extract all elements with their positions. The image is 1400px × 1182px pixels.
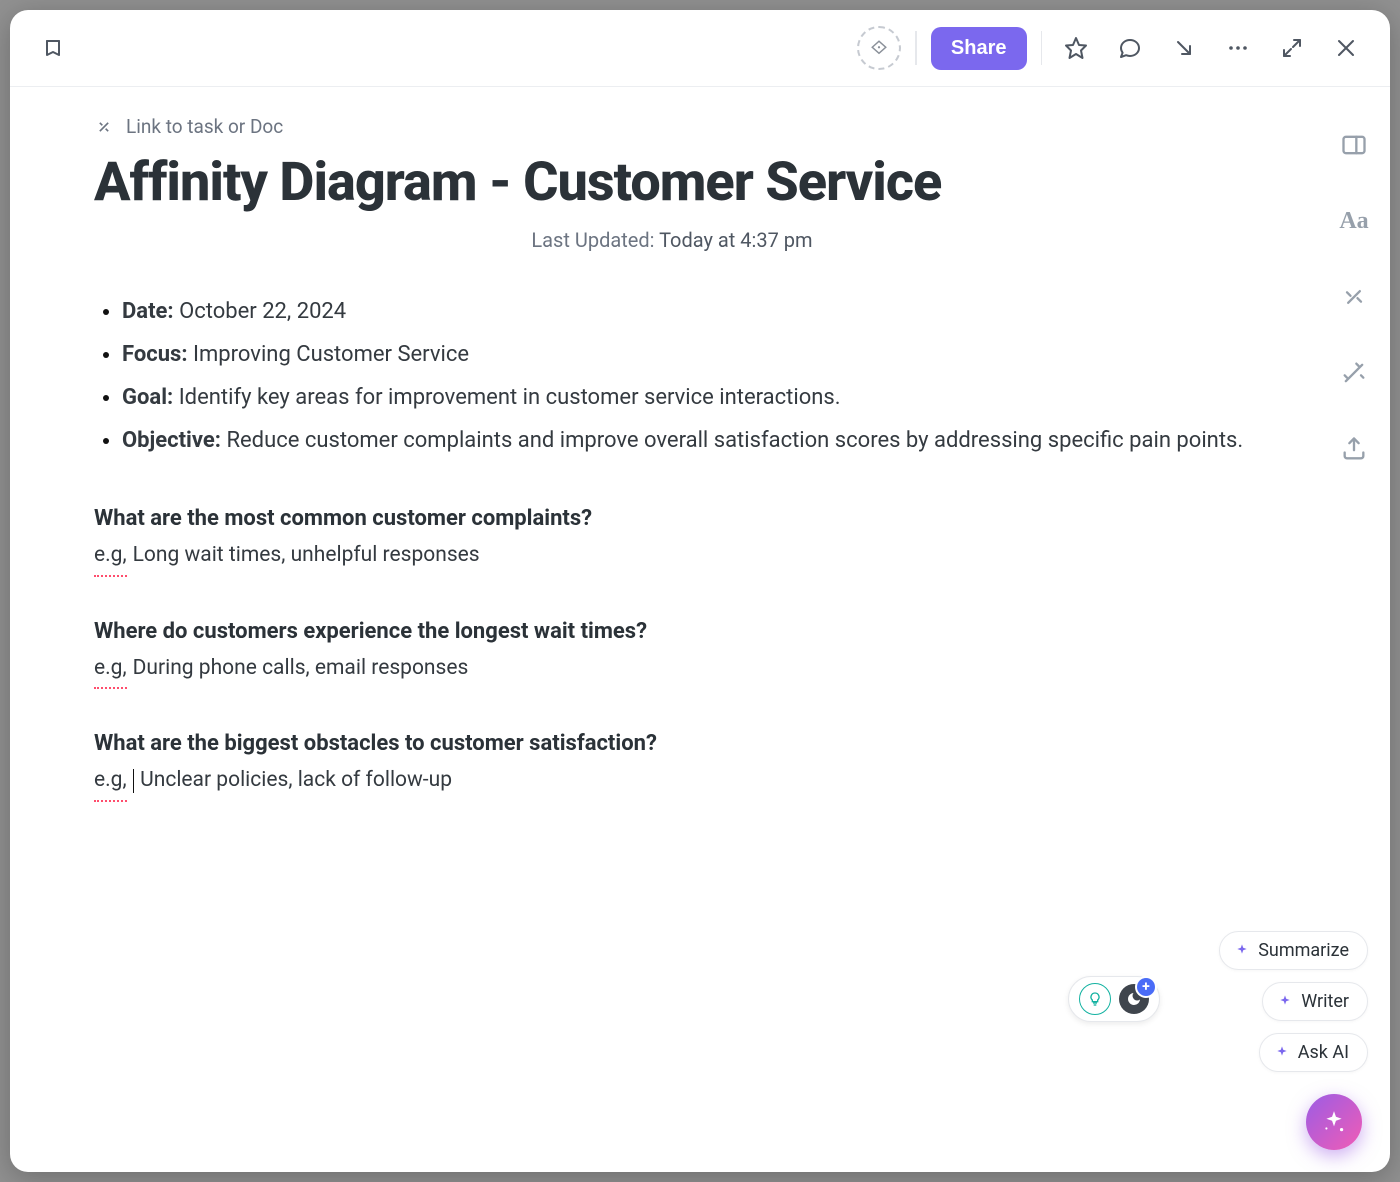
meta-value: Improving Customer Service [193, 342, 469, 367]
top-bar: Share [10, 10, 1390, 87]
list-item[interactable]: Focus: Improving Customer Service [122, 337, 1250, 374]
question-section[interactable]: What are the most common customer compla… [94, 506, 1250, 573]
document-window: Share Link [10, 10, 1390, 1172]
text-cursor [133, 769, 135, 793]
section-heading: Where do customers experience the longes… [94, 619, 1250, 644]
meta-label: Goal: [122, 385, 173, 410]
section-heading: What are the most common customer compla… [94, 506, 1250, 531]
ai-chip-summarize[interactable]: Summarize [1219, 931, 1368, 970]
share-button[interactable]: Share [931, 27, 1027, 70]
theme-toggle[interactable]: + [1068, 976, 1160, 1022]
wand-icon[interactable] [1334, 353, 1374, 393]
example-text: Unclear policies, lack of follow-up [140, 764, 452, 798]
example-text: Long wait times, unhelpful responses [133, 539, 480, 573]
example-prefix: e.g, [94, 539, 127, 573]
meta-value: October 22, 2024 [179, 299, 346, 324]
example-prefix: e.g, [94, 652, 127, 686]
page-title[interactable]: Affinity Diagram - Customer Service [94, 152, 1250, 214]
expand-icon[interactable] [1272, 28, 1312, 68]
meta-value: Reduce customer complaints and improve o… [226, 428, 1243, 453]
relationship-icon[interactable] [1334, 277, 1374, 317]
meta-list: Date: October 22, 2024 Focus: Improving … [94, 294, 1250, 460]
meta-label: Date: [122, 299, 174, 324]
chip-label: Ask AI [1298, 1042, 1349, 1063]
section-heading: What are the biggest obstacles to custom… [94, 731, 1250, 756]
download-icon[interactable] [1164, 28, 1204, 68]
meta-value: Identify key areas for improvement in cu… [179, 385, 841, 410]
comment-icon[interactable] [1110, 28, 1150, 68]
more-icon[interactable] [1218, 28, 1258, 68]
example-prefix: e.g, [94, 764, 127, 798]
lightbulb-icon[interactable] [1079, 983, 1111, 1015]
separator [915, 31, 917, 65]
tag-icon[interactable] [857, 26, 901, 70]
ai-fab[interactable] [1306, 1094, 1362, 1150]
plus-badge: + [1137, 978, 1155, 996]
question-section[interactable]: What are the biggest obstacles to custom… [94, 731, 1250, 798]
export-icon[interactable] [1334, 429, 1374, 469]
last-updated-value: Today at 4:37 pm [659, 228, 813, 252]
moon-icon[interactable]: + [1119, 984, 1149, 1014]
list-item[interactable]: Date: October 22, 2024 [122, 294, 1250, 331]
panel-icon[interactable] [1334, 125, 1374, 165]
back-icon[interactable] [34, 28, 74, 68]
link-to-task-label: Link to task or Doc [126, 115, 283, 138]
ai-chips: Summarize Writer Ask AI [1219, 931, 1368, 1072]
link-to-task[interactable]: Link to task or Doc [94, 115, 1250, 138]
ai-chip-writer[interactable]: Writer [1262, 982, 1368, 1021]
list-item[interactable]: Objective: Reduce customer complaints an… [122, 423, 1250, 460]
last-updated-label: Last Updated: [531, 228, 654, 252]
chip-label: Summarize [1258, 940, 1349, 961]
close-icon[interactable] [1326, 28, 1366, 68]
ai-chip-ask[interactable]: Ask AI [1259, 1033, 1368, 1072]
star-icon[interactable] [1056, 28, 1096, 68]
meta-label: Focus: [122, 342, 188, 367]
last-updated: Last Updated: Today at 4:37 pm [94, 228, 1250, 252]
font-icon[interactable]: Aa [1334, 201, 1374, 241]
meta-label: Objective: [122, 428, 221, 453]
separator [1041, 31, 1043, 65]
chip-label: Writer [1301, 991, 1349, 1012]
example-text: During phone calls, email responses [133, 652, 469, 686]
list-item[interactable]: Goal: Identify key areas for improvement… [122, 380, 1250, 417]
question-section[interactable]: Where do customers experience the longes… [94, 619, 1250, 686]
